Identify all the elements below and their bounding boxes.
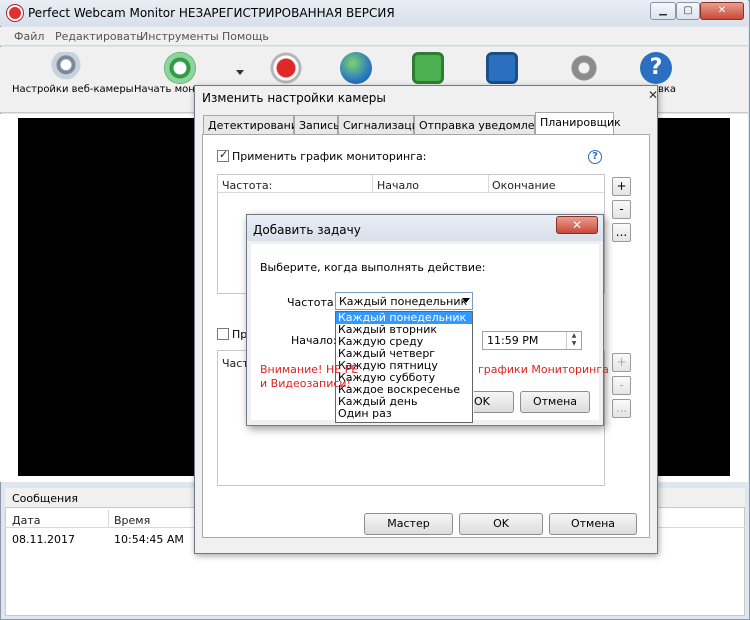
col-date[interactable]: Дата — [12, 514, 40, 527]
add-task-close-button[interactable]: ✕ — [556, 216, 598, 234]
webcam-settings-label[interactable]: Настройки веб-камеры — [12, 84, 134, 95]
grid-col-start[interactable]: Начало — [377, 179, 419, 192]
question-icon[interactable]: ? — [588, 150, 602, 164]
video-player-icon[interactable] — [486, 52, 518, 84]
task-cancel-button[interactable]: Отмена — [520, 391, 590, 413]
help-label[interactable]: вка — [658, 84, 676, 95]
start-label: Начало: — [291, 334, 337, 347]
app-logo-icon — [7, 5, 23, 21]
messages-title: Сообщения — [12, 492, 79, 505]
add-task-title: Добавить задачу — [253, 223, 361, 237]
globe-icon[interactable] — [340, 52, 372, 84]
col-time[interactable]: Время — [114, 514, 150, 527]
grid-col-end[interactable]: Окончание — [492, 179, 556, 192]
gear-icon[interactable] — [568, 52, 600, 84]
frequency-select[interactable]: Каждый понедельник — [335, 292, 473, 310]
tab-scheduler[interactable]: Планировщик — [535, 112, 621, 135]
remove-recording-button[interactable]: - — [612, 376, 631, 395]
grid-col-frequency[interactable]: Частота: — [222, 179, 272, 192]
tab-detection[interactable]: Детектирование — [203, 115, 305, 134]
tab-alarm[interactable]: Сигнализация — [338, 115, 426, 134]
menu-help[interactable]: Помощь — [222, 30, 269, 43]
column-divider — [108, 510, 109, 528]
menu-file[interactable]: Файл — [14, 30, 44, 43]
warning-text-a: Внимание! НЕ РЕ — [260, 363, 359, 376]
webcam-icon[interactable] — [50, 52, 82, 84]
add-recording-button[interactable]: + — [612, 353, 631, 372]
start-monitoring-icon[interactable] — [164, 52, 196, 84]
warning-text-b: графики Мониторинга — [478, 363, 609, 376]
column-divider — [488, 175, 489, 193]
menu-tools[interactable]: Инструменты — [140, 30, 219, 43]
window-title: Perfect Webcam Monitor НЕЗАРЕГИСТРИРОВАН… — [28, 6, 395, 20]
column-divider — [372, 175, 373, 193]
warning-text-c: и Видеозаписи! — [260, 377, 351, 390]
close-button[interactable]: ✕ — [700, 2, 744, 20]
record-icon[interactable] — [270, 52, 302, 84]
maximize-button[interactable]: ▢ — [676, 2, 700, 20]
message-date[interactable]: 08.11.2017 — [12, 533, 75, 546]
task-prompt: Выберите, когда выполнять действие: — [260, 261, 486, 274]
message-time[interactable]: 10:54:45 AM — [114, 533, 184, 546]
edit-recording-button[interactable]: ... — [612, 399, 631, 418]
time-spinner[interactable]: ▲ ▼ — [566, 332, 581, 349]
help-icon[interactable]: ? — [640, 52, 672, 84]
remove-schedule-button[interactable]: - — [612, 200, 631, 219]
frequency-label: Частота: — [287, 296, 338, 309]
minimize-button[interactable]: ▁ — [650, 2, 676, 20]
tab-recording[interactable]: Запись — [294, 115, 340, 134]
tab-notifications[interactable]: Отправка уведомлений — [414, 115, 556, 134]
add-schedule-button[interactable]: + — [612, 177, 631, 196]
chevron-down-icon[interactable] — [462, 298, 470, 303]
frequency-option[interactable]: Один раз — [336, 408, 472, 420]
start-monitoring-label[interactable]: Начать мони — [134, 84, 201, 95]
task-ok-button[interactable]: OK — [474, 391, 514, 413]
image-gallery-icon[interactable] — [412, 52, 444, 84]
ok-button[interactable]: OK — [459, 513, 543, 535]
master-button[interactable]: Мастер — [364, 513, 453, 535]
camera-dialog-title: Изменить настройки камеры — [202, 91, 386, 105]
apply-schedule-label: Применить график мониторинга: — [232, 150, 427, 163]
menu-edit[interactable]: Редактировать — [55, 30, 143, 43]
recording-schedule-checkbox[interactable] — [217, 328, 229, 340]
edit-schedule-button[interactable]: ... — [612, 223, 631, 242]
close-icon[interactable]: ✕ — [648, 88, 660, 102]
apply-schedule-checkbox[interactable] — [217, 148, 229, 162]
dropdown-arrow-icon[interactable] — [236, 70, 244, 75]
cancel-button[interactable]: Отмена — [549, 513, 637, 535]
